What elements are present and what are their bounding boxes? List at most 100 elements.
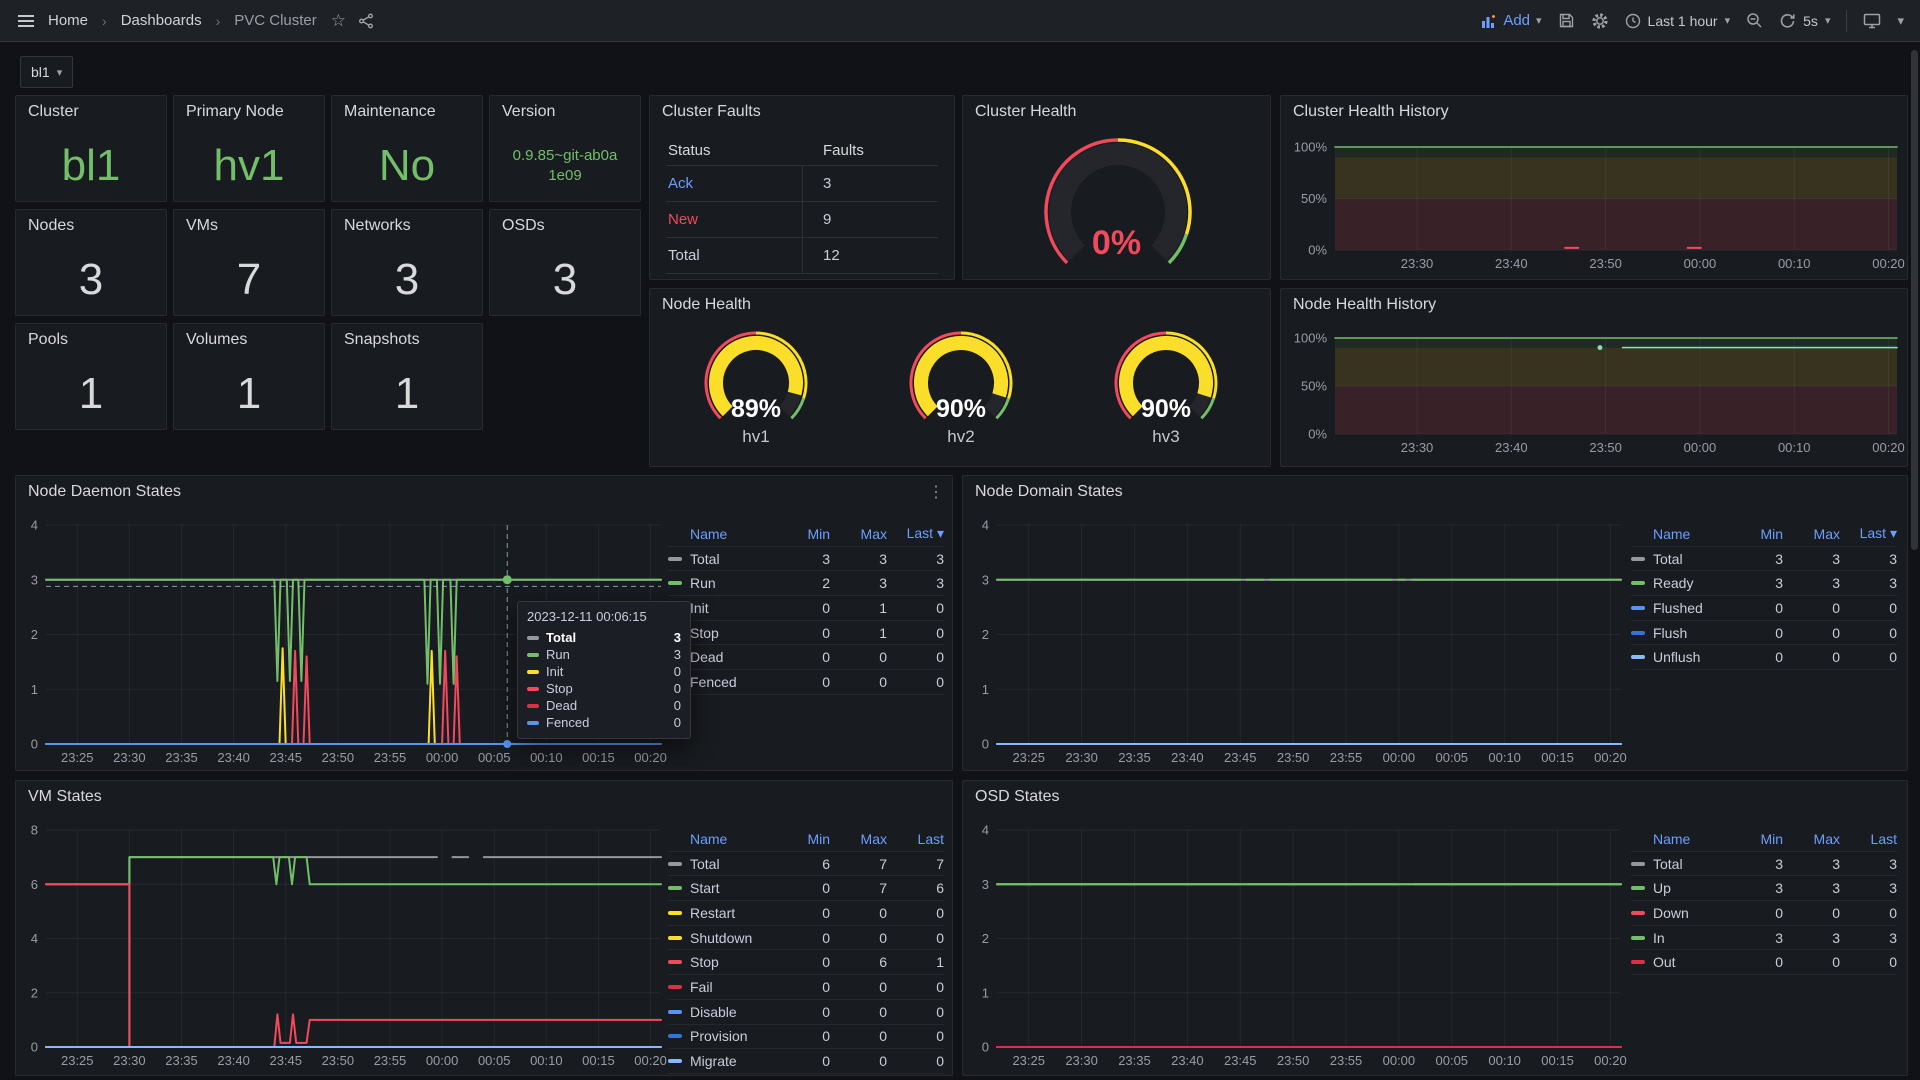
refresh-button[interactable]: 5s ▾ [1779, 12, 1830, 29]
add-label: Add [1503, 12, 1530, 29]
legend-series-name: Total [1653, 551, 1726, 567]
legend-max-value: 0 [830, 905, 887, 921]
stat-title: OSDs [490, 210, 640, 235]
legend-header-row[interactable]: NameMinMaxLast [1631, 827, 1897, 852]
legend-row-fail[interactable]: Fail000 [668, 975, 944, 1000]
legend-header-last[interactable]: Last ▾ [887, 525, 944, 542]
menu-icon[interactable] [16, 11, 36, 31]
legend-row-run[interactable]: Run233 [668, 571, 944, 596]
legend-row-shutdown[interactable]: Shutdown000 [668, 926, 944, 951]
legend-header-row[interactable]: NameMinMaxLast ▾ [668, 522, 944, 547]
save-icon[interactable] [1558, 12, 1575, 29]
legend-series-swatch [668, 557, 682, 561]
legend-row-total[interactable]: Total333 [1631, 547, 1897, 572]
legend-header-name[interactable]: Name [668, 831, 773, 847]
legend-header-last[interactable]: Last ▾ [1840, 525, 1897, 542]
legend-row-flushed[interactable]: Flushed000 [1631, 596, 1897, 621]
tooltip-timestamp: 2023-12-11 00:06:15 [527, 609, 681, 624]
legend-header-name[interactable]: Name [1631, 831, 1726, 847]
settings-icon[interactable] [1591, 12, 1609, 30]
legend-header-max[interactable]: Max [830, 526, 887, 542]
scrollbar-thumb[interactable] [1911, 50, 1918, 550]
legend-header-max[interactable]: Max [1783, 831, 1840, 847]
star-icon[interactable]: ☆ [331, 11, 346, 31]
legend-row-total[interactable]: Total333 [668, 547, 944, 572]
legend-row-migrate[interactable]: Migrate000 [668, 1049, 944, 1074]
variable-dropdown-cluster[interactable]: bl1 ▾ [20, 56, 73, 88]
legend-row-fenced[interactable]: Fenced000 [668, 670, 944, 695]
legend-max-value: 0 [830, 649, 887, 665]
panel-node-domain-states: Node Domain States 0123423:2523:3023:352… [962, 475, 1908, 771]
legend-series-name: Init [690, 600, 773, 616]
stat-value: bl1 [16, 130, 166, 201]
legend-row-unflush[interactable]: Unflush000 [1631, 645, 1897, 670]
legend-row-flush[interactable]: Flush000 [1631, 621, 1897, 646]
legend-row-ready[interactable]: Ready333 [1631, 571, 1897, 596]
legend-row-up[interactable]: Up333 [1631, 876, 1897, 901]
svg-text:23:35: 23:35 [1118, 750, 1151, 765]
legend-row-stop[interactable]: Stop010 [668, 621, 944, 646]
faults-status[interactable]: New [666, 202, 803, 237]
faults-status[interactable]: Ack [666, 166, 803, 201]
tooltip-row-run: Run3 [527, 646, 681, 663]
legend-header-name[interactable]: Name [668, 526, 773, 542]
panel-title[interactable]: Cluster Health [963, 96, 1270, 121]
legend-header-row[interactable]: NameMinMaxLast [668, 827, 944, 852]
svg-text:6: 6 [31, 877, 38, 892]
legend-min-value: 0 [773, 979, 830, 995]
svg-text:23:50: 23:50 [1277, 1053, 1310, 1068]
vm-states-legend: NameMinMaxLastTotal677Start076Restart000… [668, 827, 944, 1074]
add-button[interactable]: Add ▾ [1481, 12, 1541, 29]
time-range-picker[interactable]: Last 1 hour ▾ [1625, 13, 1731, 29]
legend-header-min[interactable]: Min [773, 526, 830, 542]
legend-header-name[interactable]: Name [1631, 526, 1726, 542]
breadcrumb-dashboards[interactable]: Dashboards [121, 12, 202, 29]
legend-row-down[interactable]: Down000 [1631, 901, 1897, 926]
legend-header-last[interactable]: Last [1840, 831, 1897, 847]
legend-min-value: 0 [773, 1053, 830, 1069]
legend-min-value: 0 [773, 1004, 830, 1020]
legend-series-swatch [668, 985, 682, 989]
legend-series-swatch [668, 960, 682, 964]
legend-series-swatch [1631, 936, 1645, 940]
svg-text:00:20: 00:20 [1872, 440, 1905, 455]
faults-status[interactable]: Total [666, 238, 803, 273]
zoom-out-icon[interactable] [1746, 12, 1763, 29]
legend-row-total[interactable]: Total677 [668, 852, 944, 877]
svg-text:23:40: 23:40 [217, 1053, 250, 1068]
legend-row-disable[interactable]: Disable000 [668, 1000, 944, 1025]
faults-row-total: Total12 [666, 238, 938, 274]
chevron-down-icon[interactable]: ▾ [1897, 13, 1904, 29]
legend-header-min[interactable]: Min [1726, 831, 1783, 847]
legend-row-stop[interactable]: Stop061 [668, 950, 944, 975]
legend-row-in[interactable]: In333 [1631, 926, 1897, 951]
legend-series-name: Run [690, 575, 773, 591]
legend-row-provision[interactable]: Provision000 [668, 1025, 944, 1050]
legend-last-value: 3 [1840, 856, 1897, 872]
legend-header-max[interactable]: Max [1783, 526, 1840, 542]
kiosk-monitor-icon[interactable] [1863, 13, 1881, 29]
legend-row-restart[interactable]: Restart000 [668, 901, 944, 926]
legend-header-row[interactable]: NameMinMaxLast ▾ [1631, 522, 1897, 547]
breadcrumb-home[interactable]: Home [48, 12, 88, 29]
stat-panel-nodes: Nodes3 [15, 209, 167, 316]
svg-text:23:30: 23:30 [1065, 1053, 1098, 1068]
legend-header-last[interactable]: Last [887, 831, 944, 847]
legend-row-start[interactable]: Start076 [668, 876, 944, 901]
cluster-health-history-chart[interactable]: 0%50%100%23:3023:4023:5000:0000:1000:20 [1281, 96, 1907, 279]
legend-row-out[interactable]: Out000 [1631, 950, 1897, 975]
panel-cluster-faults: Cluster Faults StatusFaultsAck3New9Total… [649, 95, 955, 280]
legend-header-min[interactable]: Min [1726, 526, 1783, 542]
legend-row-init[interactable]: Init010 [668, 596, 944, 621]
stat-panel-osds: OSDs3 [489, 209, 641, 316]
legend-row-dead[interactable]: Dead000 [668, 645, 944, 670]
share-icon[interactable] [358, 13, 374, 29]
svg-text:8: 8 [31, 823, 38, 838]
panel-title[interactable]: Cluster Faults [650, 96, 954, 121]
legend-series-name: Down [1653, 905, 1726, 921]
legend-header-max[interactable]: Max [830, 831, 887, 847]
legend-row-total[interactable]: Total333 [1631, 852, 1897, 877]
legend-header-min[interactable]: Min [773, 831, 830, 847]
svg-text:50%: 50% [1301, 379, 1327, 394]
node-health-history-chart[interactable]: 0%50%100%23:3023:4023:5000:0000:1000:20 [1281, 289, 1907, 466]
